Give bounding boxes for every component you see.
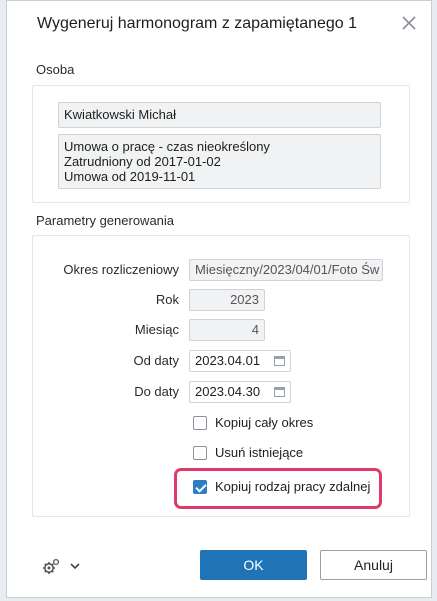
- od-label: Od daty: [133, 353, 179, 368]
- section-label-params: Parametry generowania: [36, 213, 175, 228]
- dialog-title: Wygeneruj harmonogram z zapamiętanego 1: [37, 15, 358, 32]
- highlight-annotation: [174, 468, 382, 509]
- checkbox-box[interactable]: [193, 416, 207, 430]
- okres-field[interactable]: Miesięczny/2023/04/01/Foto Św: [189, 259, 383, 281]
- gears-icon[interactable]: [41, 557, 61, 577]
- do-date-value: 2023.04.30: [195, 384, 261, 399]
- rok-field[interactable]: 2023: [189, 289, 265, 311]
- miesiac-label: Miesiąc: [134, 322, 179, 337]
- detail-line-agreement: Umowa od 2019-11-01: [64, 169, 196, 184]
- chevron-down-icon[interactable]: [69, 560, 81, 572]
- detail-line-contract: Umowa o pracę - czas nieokreślony: [64, 139, 270, 154]
- checkbox-label: Usuń istniejące: [215, 445, 304, 460]
- do-date-field[interactable]: 2023.04.30: [189, 381, 291, 403]
- miesiac-field[interactable]: 4: [189, 319, 265, 341]
- osoba-panel: Kwiatkowski Michał Umowa o pracę - czas …: [32, 85, 410, 203]
- do-label: Do daty: [134, 384, 179, 399]
- checkbox-label: Kopiuj cały okres: [215, 415, 314, 430]
- ok-button[interactable]: OK: [200, 550, 307, 580]
- od-date-value: 2023.04.01: [195, 353, 261, 368]
- employee-name-field: Kwiatkowski Michał: [58, 102, 381, 128]
- calendar-icon[interactable]: [274, 356, 285, 366]
- checkbox-box[interactable]: [193, 446, 207, 460]
- rok-label: Rok: [155, 292, 179, 307]
- close-icon[interactable]: [399, 13, 419, 33]
- okres-label: Okres rozliczeniowy: [63, 262, 179, 277]
- od-date-field[interactable]: 2023.04.01: [189, 350, 291, 372]
- cancel-button[interactable]: Anuluj: [320, 550, 427, 580]
- dialog-window: Wygeneruj harmonogram z zapamiętanego 1 …: [6, 0, 432, 598]
- employee-details-field: Umowa o pracę - czas nieokreślony Zatrud…: [58, 134, 381, 189]
- detail-line-employed: Zatrudniony od 2017-01-02: [64, 154, 221, 169]
- calendar-icon[interactable]: [274, 387, 285, 397]
- section-label-osoba: Osoba: [36, 62, 75, 77]
